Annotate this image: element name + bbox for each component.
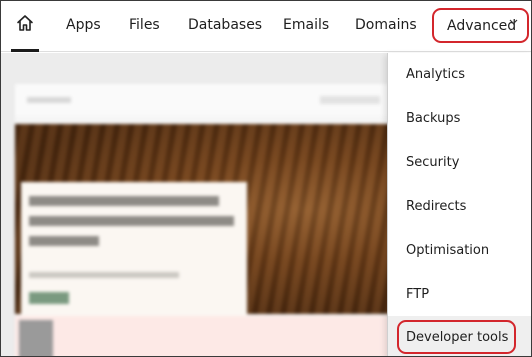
menu-item-developer-tools[interactable]: Developer tools [397,320,516,354]
menu-item-developer-tools-label: Developer tools [406,329,509,345]
chevron-down-icon [509,19,518,25]
menu-item-redirects[interactable]: Redirects [406,199,466,214]
blurred-header-strip [15,84,400,116]
blurred-content-card [15,84,400,356]
blurred-lower-section [15,316,400,356]
menu-item-ftp[interactable]: FTP [406,287,429,302]
nav-item-emails[interactable]: Emails [283,17,329,33]
nav-item-databases[interactable]: Databases [188,17,262,33]
menu-item-security[interactable]: Security [406,155,459,170]
nav-item-advanced[interactable]: Advanced [432,8,529,43]
blurred-promo-banner [15,124,400,322]
nav-home-button[interactable] [9,7,41,52]
nav-item-domains[interactable]: Domains [355,17,417,33]
advanced-dropdown-menu: Analytics Backups Security Redirects Opt… [387,53,531,356]
blurred-promo-box [21,182,247,322]
menu-item-analytics[interactable]: Analytics [406,67,465,82]
nav-item-apps[interactable]: Apps [66,17,101,33]
nav-advanced-label: Advanced [447,17,517,34]
nav-item-files[interactable]: Files [129,17,160,33]
home-icon [17,15,33,31]
top-navigation: Apps Files Databases Emails Domains Adva… [1,1,531,52]
app-window: Apps Files Databases Emails Domains Adva… [0,0,532,357]
menu-item-backups[interactable]: Backups [406,111,460,126]
menu-item-optimisation[interactable]: Optimisation [406,243,489,258]
